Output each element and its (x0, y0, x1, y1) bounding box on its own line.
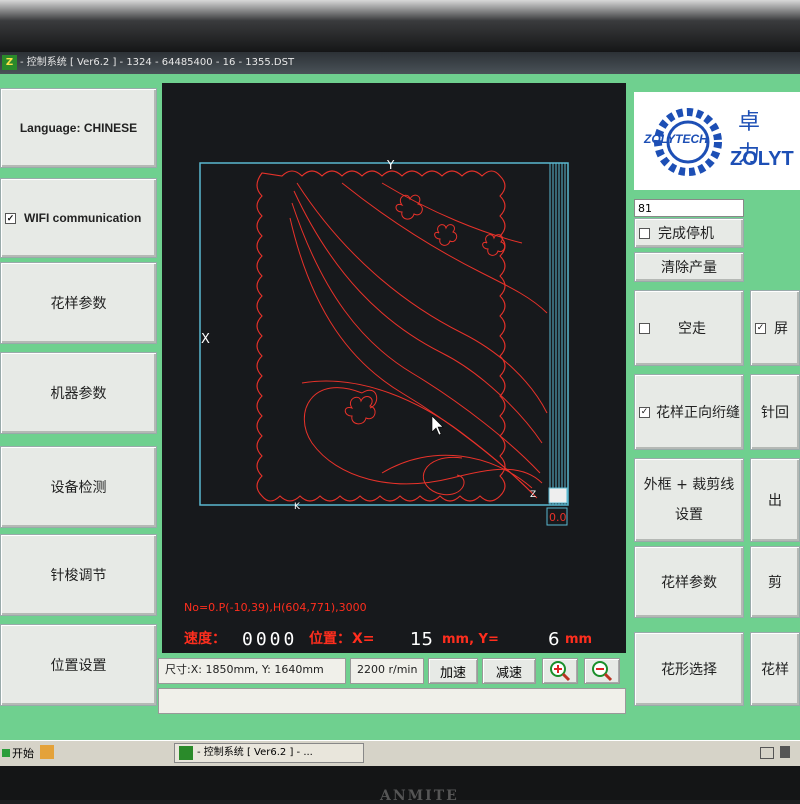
feather-curves (289, 182, 548, 499)
size-text: 尺寸:X: 1850mm, Y: 1640mm (165, 663, 324, 676)
flower-motifs (344, 194, 506, 425)
pattern-info-line: No=0.P(-10,39),H(604,771),3000 (184, 601, 367, 614)
pattern-params-right-button[interactable]: 花样参数 (634, 546, 744, 618)
screen: Z - 控制系统 [ Ver6.2 ] - 1324 - 64485400 - … (0, 52, 800, 766)
pattern-params-right-label: 花样参数 (661, 575, 717, 591)
outer-frame-line2: 设置 (675, 507, 703, 523)
pattern-canvas[interactable]: 0.0 Y X K Z No=0.P(-10,39),H(604,771),30… (162, 83, 626, 653)
needle-back-label: 针回 (761, 405, 789, 421)
out-button[interactable]: 出 (750, 458, 800, 542)
windows-logo-icon (2, 749, 10, 757)
screen-label: 屏 (774, 321, 788, 337)
shape-select-label: 花形选择 (661, 662, 717, 678)
corner-z-label: Z (530, 490, 536, 500)
outer-frame-settings-button[interactable]: 外框 + 裁剪线 设置 (634, 458, 744, 542)
language-label: Language: CHINESE (19, 121, 138, 135)
app-icon: Z (2, 55, 17, 70)
stop-on-finish-check-icon[interactable] (639, 227, 650, 239)
taskbar-app-button[interactable]: - 控制系统 [ Ver6.2 ] - ... (174, 743, 364, 763)
wifi-label: WIFI communication (24, 211, 142, 225)
side-value: 0.0 (549, 511, 567, 524)
counter-value: 81 (638, 202, 652, 215)
clear-output-button[interactable]: 清除产量 (634, 252, 744, 282)
zoom-in-button[interactable] (542, 658, 578, 684)
monitor-bezel-top (0, 0, 800, 52)
rpm-text: 2200 r/min (357, 663, 418, 676)
pattern-short-label: 花样 (761, 662, 789, 678)
needle-shuttle-label: 针梭调节 (50, 568, 107, 584)
shape-select-button[interactable]: 花形选择 (634, 632, 744, 706)
taskbar-app-title: - 控制系统 [ Ver6.2 ] - ... (197, 747, 313, 758)
accelerate-label: 加速 (439, 665, 466, 681)
accelerate-button[interactable]: 加速 (428, 658, 478, 684)
size-display: 尺寸:X: 1850mm, Y: 1640mm (158, 658, 346, 684)
window-titlebar: Z - 控制系统 [ Ver6.2 ] - 1324 - 64485400 - … (0, 52, 800, 74)
speed-value: 0000 (242, 629, 297, 650)
start-label: 开始 (12, 747, 34, 760)
pattern-params-label: 花样参数 (50, 296, 107, 312)
pattern-preview: 0.0 Y X K Z No=0.P(-10,39),H(604,771),30… (184, 158, 592, 650)
out-label: 出 (768, 493, 782, 509)
device-test-button[interactable]: 设备检测 (0, 446, 157, 528)
taskbar-app-icon (179, 746, 193, 760)
ruler-handle (548, 487, 568, 504)
device-test-label: 设备检测 (50, 480, 107, 496)
x-value: 15 (410, 629, 433, 650)
speed-label: 速度： (184, 630, 226, 647)
wifi-check-icon[interactable]: ✓ (5, 212, 16, 224)
window-title: - 控制系统 [ Ver6.2 ] - 1324 - 64485400 - 16… (20, 57, 295, 68)
message-bar (158, 688, 626, 714)
x-unit: mm, Y= (442, 632, 499, 647)
corner-k-label: K (294, 502, 301, 512)
cut-label: 剪 (768, 575, 782, 591)
idle-run-checkbox[interactable]: 空走 (634, 290, 744, 366)
logo-text-short: ZOLYT (730, 148, 794, 170)
taskbar: 开始 - 控制系统 [ Ver6.2 ] - ... (0, 740, 800, 766)
y-unit: mm (565, 632, 592, 647)
quick-launch-icon[interactable] (40, 745, 54, 759)
language-button[interactable]: Language: CHINESE (0, 88, 157, 168)
idle-run-check-icon[interactable] (639, 322, 650, 334)
decelerate-label: 减速 (495, 665, 522, 681)
wifi-checkbox[interactable]: ✓ WIFI communication (0, 178, 157, 258)
tray-network-icon[interactable] (760, 747, 774, 759)
stop-on-finish-label: 完成停机 (658, 226, 714, 242)
start-button[interactable]: 开始 (0, 743, 34, 763)
pattern-short-button[interactable]: 花样 (750, 632, 800, 706)
needle-back-button[interactable]: 针回 (750, 374, 800, 450)
axis-y-label: Y (386, 158, 395, 172)
axis-x-label: X (201, 332, 210, 347)
decelerate-button[interactable]: 减速 (482, 658, 536, 684)
rpm-display: 2200 r/min (350, 658, 424, 684)
cut-button[interactable]: 剪 (750, 546, 800, 618)
side-ruler (549, 163, 566, 505)
position-label: 位置： (309, 630, 351, 647)
position-settings-button[interactable]: 位置设置 (0, 624, 157, 706)
needle-shuttle-button[interactable]: 针梭调节 (0, 534, 157, 616)
brand-logo: ZOLYTECH 卓 力 ZOLYT (634, 92, 800, 190)
monitor-brand: ANMITE (380, 788, 459, 804)
machine-params-label: 机器参数 (50, 386, 107, 402)
zoom-out-icon (592, 661, 613, 682)
clear-output-label: 清除产量 (661, 260, 717, 276)
monitor-bezel-bottom: ANMITE (0, 766, 800, 804)
position-settings-label: 位置设置 (50, 658, 107, 674)
production-counter[interactable]: 81 (634, 199, 744, 217)
pattern-forward-checkbox[interactable]: ✓ 花样正向绗缝 (634, 374, 744, 450)
zoom-out-button[interactable] (584, 658, 620, 684)
stop-on-finish-checkbox[interactable]: 完成停机 (634, 218, 744, 248)
pattern-forward-check-icon[interactable]: ✓ (639, 406, 650, 418)
zoom-in-icon (550, 661, 571, 682)
y-value: 6 (548, 629, 559, 650)
x-label: X= (352, 631, 375, 647)
idle-run-label: 空走 (678, 321, 706, 337)
outer-frame-line1: 外框 + 裁剪线 (643, 477, 735, 493)
pattern-params-button[interactable]: 花样参数 (0, 262, 157, 344)
pattern-forward-label: 花样正向绗缝 (656, 405, 740, 421)
machine-params-button[interactable]: 机器参数 (0, 352, 157, 434)
logo-text-en: ZOLYTECH (644, 132, 708, 146)
screen-check-icon[interactable]: ✓ (755, 322, 766, 334)
tray-volume-icon[interactable] (780, 746, 790, 758)
screen-checkbox[interactable]: ✓ 屏 (750, 290, 800, 366)
